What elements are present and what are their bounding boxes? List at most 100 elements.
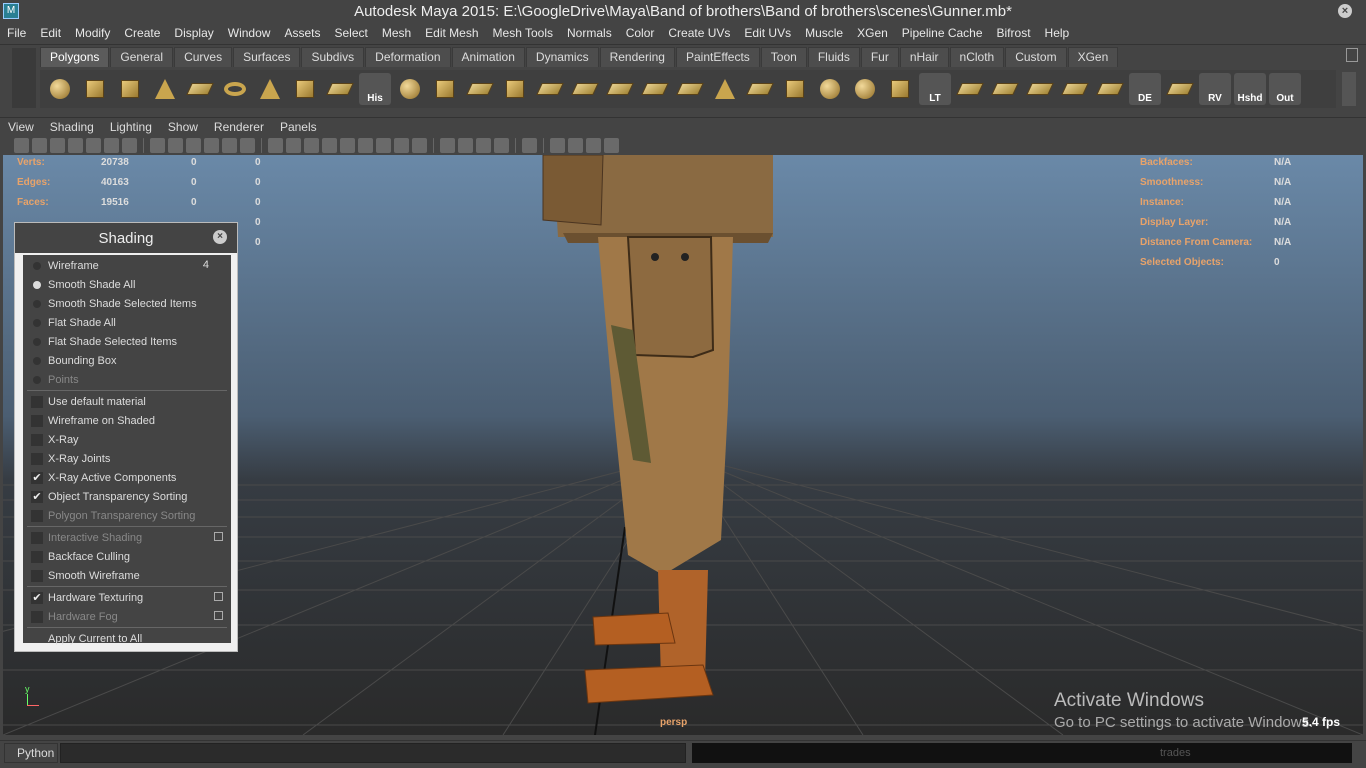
shelf-tab-deformation[interactable]: Deformation [365, 47, 451, 67]
panel-tool-icon[interactable] [150, 138, 165, 153]
shelf-poly-cone-icon[interactable] [149, 73, 181, 105]
shelf-poly-cube-icon[interactable] [499, 73, 531, 105]
shelf-tab-custom[interactable]: Custom [1005, 47, 1067, 67]
menu-create[interactable]: Create [117, 26, 167, 40]
shelf-scroll-arrows[interactable] [1342, 72, 1356, 106]
shelf-poly-cube-icon[interactable] [114, 73, 146, 105]
shelf-handle[interactable] [12, 48, 36, 108]
shelf-poly-plane-icon[interactable] [534, 73, 566, 105]
panel-menu-shading[interactable]: Shading [42, 120, 102, 134]
panel-tool-icon[interactable] [412, 138, 427, 153]
menu-help[interactable]: Help [1038, 26, 1077, 40]
menu-select[interactable]: Select [327, 26, 374, 40]
shading-toggle-object-transparency-sorting[interactable]: ✔ Object Transparency Sorting [23, 487, 231, 506]
panel-tool-icon[interactable] [394, 138, 409, 153]
shading-panel-header[interactable]: Shading [15, 223, 237, 253]
shelf-poly-plane-icon[interactable] [1024, 73, 1056, 105]
shelf-poly-plane-icon[interactable] [184, 73, 216, 105]
maya-app-icon[interactable]: M [3, 3, 19, 19]
panel-tool-icon[interactable] [304, 138, 319, 153]
shelf-poly-cube-icon[interactable] [79, 73, 111, 105]
shading-option-bounding-box[interactable]: Bounding Box [23, 351, 231, 370]
shading-option-smooth-shade-all[interactable]: Smooth Shade All [23, 275, 231, 294]
option-box-icon[interactable] [214, 532, 223, 541]
menu-modify[interactable]: Modify [68, 26, 117, 40]
menu-pipeline-cache[interactable]: Pipeline Cache [895, 26, 990, 40]
panel-tool-icon[interactable] [543, 138, 544, 153]
panel-tool-icon[interactable] [376, 138, 391, 153]
shelf-his-button[interactable]: His [359, 73, 391, 105]
panel-tool-icon[interactable] [440, 138, 455, 153]
shelf-tab-rendering[interactable]: Rendering [599, 47, 675, 67]
shelf-poly-plane-icon[interactable] [1164, 73, 1196, 105]
panel-tool-icon[interactable] [143, 138, 144, 153]
shelf-tab-fur[interactable]: Fur [860, 47, 899, 67]
menu-mesh-tools[interactable]: Mesh Tools [486, 26, 560, 40]
menu-edit-mesh[interactable]: Edit Mesh [418, 26, 485, 40]
shelf-poly-plane-icon[interactable] [324, 73, 356, 105]
shelf-tab-painteffects[interactable]: PaintEffects [675, 47, 760, 67]
shelf-tab-fluids[interactable]: Fluids [807, 47, 860, 67]
menu-display[interactable]: Display [167, 26, 220, 40]
shading-toggle-smooth-wireframe[interactable]: Smooth Wireframe [23, 566, 231, 585]
menu-assets[interactable]: Assets [277, 26, 327, 40]
shelf-trash-icon[interactable] [1346, 48, 1358, 62]
shelf-tab-ncloth[interactable]: nCloth [949, 47, 1005, 67]
shelf-tab-polygons[interactable]: Polygons [40, 47, 110, 67]
shelf-poly-plane-icon[interactable] [744, 73, 776, 105]
panel-tool-icon[interactable] [340, 138, 355, 153]
close-window-button[interactable]: × [1338, 4, 1352, 18]
menu-mesh[interactable]: Mesh [375, 26, 418, 40]
panel-tool-icon[interactable] [586, 138, 601, 153]
shading-toggle-x-ray-active-components[interactable]: ✔ X-Ray Active Components [23, 468, 231, 487]
shading-option-flat-shade-selected-items[interactable]: Flat Shade Selected Items [23, 332, 231, 351]
shelf-poly-cube-icon[interactable] [884, 73, 916, 105]
panel-tool-icon[interactable] [222, 138, 237, 153]
panel-tool-icon[interactable] [50, 138, 65, 153]
menu-color[interactable]: Color [619, 26, 662, 40]
apply-current-to-all-button[interactable]: Apply Current to All [23, 629, 231, 648]
shelf-tab-nhair[interactable]: nHair [899, 47, 949, 67]
panel-tool-icon[interactable] [568, 138, 583, 153]
panel-tool-icon[interactable] [86, 138, 101, 153]
shelf-poly-sphere-icon[interactable] [394, 73, 426, 105]
shelf-poly-plane-icon[interactable] [954, 73, 986, 105]
menu-xgen[interactable]: XGen [850, 26, 895, 40]
panel-tool-icon[interactable] [168, 138, 183, 153]
shelf-poly-plane-icon[interactable] [989, 73, 1021, 105]
command-input[interactable] [60, 743, 686, 763]
shelf-tab-toon[interactable]: Toon [760, 47, 807, 67]
shelf-poly-sphere-icon[interactable] [44, 73, 76, 105]
menu-edit-uvs[interactable]: Edit UVs [737, 26, 798, 40]
panel-tool-icon[interactable] [204, 138, 219, 153]
shelf-poly-plane-icon[interactable] [604, 73, 636, 105]
shelf-poly-torus-icon[interactable] [219, 73, 251, 105]
panel-tool-icon[interactable] [122, 138, 137, 153]
shelf-tab-general[interactable]: General [110, 47, 174, 67]
shelf-poly-plane-icon[interactable] [569, 73, 601, 105]
panel-tool-icon[interactable] [550, 138, 565, 153]
shelf-tab-animation[interactable]: Animation [451, 47, 525, 67]
shelf-poly-plane-icon[interactable] [464, 73, 496, 105]
panel-tool-icon[interactable] [494, 138, 509, 153]
shelf-poly-sphere-icon[interactable] [814, 73, 846, 105]
shading-toggle-hardware-texturing[interactable]: ✔ Hardware Texturing [23, 588, 231, 607]
shelf-poly-cone-icon[interactable] [254, 73, 286, 105]
shading-option-smooth-shade-selected-items[interactable]: Smooth Shade Selected Items [23, 294, 231, 313]
panel-tool-icon[interactable] [240, 138, 255, 153]
panel-tool-icon[interactable] [358, 138, 373, 153]
shading-toggle-backface-culling[interactable]: Backface Culling [23, 547, 231, 566]
panel-tool-icon[interactable] [522, 138, 537, 153]
panel-tool-icon[interactable] [32, 138, 47, 153]
menu-file[interactable]: File [0, 26, 33, 40]
shelf-tab-subdivs[interactable]: Subdivs [301, 47, 365, 67]
panel-tool-icon[interactable] [433, 138, 434, 153]
menu-normals[interactable]: Normals [560, 26, 619, 40]
menu-muscle[interactable]: Muscle [798, 26, 850, 40]
panel-tool-icon[interactable] [604, 138, 619, 153]
menu-edit[interactable]: Edit [33, 26, 68, 40]
shelf-poly-sphere-icon[interactable] [849, 73, 881, 105]
panel-tool-icon[interactable] [261, 138, 262, 153]
shelf-hshd-button[interactable]: Hshd [1234, 73, 1266, 105]
shading-toggle-x-ray[interactable]: X-Ray [23, 430, 231, 449]
